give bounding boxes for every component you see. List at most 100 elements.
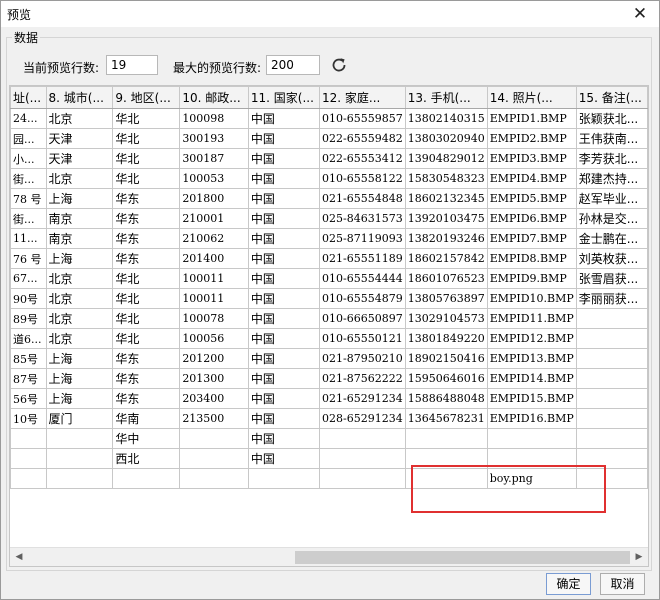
table-cell[interactable]: 天津 [45, 148, 114, 169]
table-row[interactable]: 56号 上海 华东 203400 中国 021-65291234 15886488048 EM… [10, 388, 648, 409]
table-cell[interactable]: EMPID9.BMP [486, 268, 577, 289]
table-cell[interactable]: 张雪眉获... [575, 268, 648, 289]
table-cell[interactable] [319, 468, 406, 489]
table-cell[interactable] [404, 428, 488, 449]
table-cell[interactable]: 201800 [179, 188, 249, 209]
table-cell[interactable]: 010-65558122 [319, 168, 406, 189]
table-cell[interactable]: 89号 [10, 308, 47, 329]
table-cell[interactable]: 中国 [247, 368, 321, 389]
table-cell[interactable] [10, 428, 47, 449]
table-cell[interactable]: 18601076523 [404, 268, 488, 289]
table-cell[interactable]: 100011 [179, 288, 249, 309]
table-cell[interactable] [45, 448, 114, 469]
table-cell[interactable]: 13803020940 [404, 128, 488, 149]
table-cell[interactable]: 北京 [45, 288, 114, 309]
table-cell[interactable]: 67... [10, 268, 47, 289]
table-cell[interactable]: 022-65559482 [319, 128, 406, 149]
table-cell[interactable]: 刘英枚获... [575, 248, 648, 269]
column-header[interactable]: 13. 手机(... [404, 86, 488, 109]
table-cell[interactable] [575, 388, 648, 409]
table-cell[interactable] [45, 468, 114, 489]
table-cell[interactable]: 201200 [179, 348, 249, 369]
scroll-right-icon[interactable]: ▶ [633, 551, 645, 563]
table-cell[interactable] [575, 428, 648, 449]
table-cell[interactable]: 华东 [112, 248, 181, 269]
table-row[interactable]: 道6... 北京 华北 100056 中国 010-65550121 13801849220… [10, 328, 648, 349]
table-cell[interactable]: 028-65291234 [319, 408, 406, 429]
table-cell[interactable]: 010-65554444 [319, 268, 406, 289]
table-cell[interactable] [575, 368, 648, 389]
table-cell[interactable]: 华北 [112, 128, 181, 149]
table-cell[interactable]: 18602157842 [404, 248, 488, 269]
table-cell[interactable]: 100098 [179, 108, 249, 129]
table-cell[interactable]: 华中 [112, 428, 181, 449]
refresh-icon[interactable] [330, 56, 348, 74]
table-cell[interactable]: 华北 [112, 168, 181, 189]
table-cell[interactable]: 孙林是交... [575, 208, 648, 229]
table-cell[interactable]: 中国 [247, 388, 321, 409]
table-cell[interactable] [247, 468, 321, 489]
table-cell[interactable]: 华南 [112, 408, 181, 429]
table-cell[interactable]: 华东 [112, 348, 181, 369]
table-cell[interactable]: 201300 [179, 368, 249, 389]
max-rows-input[interactable] [266, 55, 320, 75]
table-row[interactable]: 华中 中国 [10, 428, 648, 449]
table-cell[interactable]: 上海 [45, 248, 114, 269]
table-cell[interactable]: EMPID12.BMP [486, 328, 577, 349]
table-cell[interactable] [179, 428, 249, 449]
table-cell[interactable]: 赵军毕业... [575, 188, 648, 209]
table-cell[interactable]: 中国 [247, 208, 321, 229]
table-cell[interactable]: 郑建杰持... [575, 168, 648, 189]
cancel-button[interactable]: 取消 [600, 573, 645, 595]
table-cell[interactable]: 13645678231 [404, 408, 488, 429]
table-row[interactable]: 85号 上海 华东 201200 中国 021-87950210 18902150416 EM… [10, 348, 648, 369]
table-cell[interactable] [575, 328, 648, 349]
table-cell[interactable]: 24... [10, 108, 47, 129]
table-row[interactable]: 76 号上海 华东 201400 中国 021-65551189 18602157842 E… [10, 248, 648, 269]
table-cell[interactable]: 13801849220 [404, 328, 488, 349]
table-cell[interactable]: 天津 [45, 128, 114, 149]
table-cell[interactable]: 56号 [10, 388, 47, 409]
table-cell[interactable]: 北京 [45, 108, 114, 129]
table-cell[interactable]: 中国 [247, 108, 321, 129]
table-cell[interactable]: 华东 [112, 368, 181, 389]
table-cell[interactable]: 100011 [179, 268, 249, 289]
table-cell[interactable]: EMPID1.BMP [486, 108, 577, 129]
table-cell[interactable]: 85号 [10, 348, 47, 369]
table-cell[interactable]: 10号 [10, 408, 47, 429]
table-cell[interactable]: 华东 [112, 208, 181, 229]
column-header[interactable]: 14. 照片(... [486, 86, 577, 109]
table-cell[interactable]: 87号 [10, 368, 47, 389]
table-cell[interactable]: 华北 [112, 148, 181, 169]
table-cell[interactable]: 021-87562222 [319, 368, 406, 389]
close-icon[interactable]: ✕ [629, 3, 651, 25]
table-cell[interactable]: 李丽丽获... [575, 288, 648, 309]
table-cell[interactable]: 道6... [10, 328, 47, 349]
table-cell[interactable] [179, 448, 249, 469]
table-cell[interactable]: 300193 [179, 128, 249, 149]
table-cell[interactable]: EMPID6.BMP [486, 208, 577, 229]
table-cell[interactable]: 上海 [45, 388, 114, 409]
table-cell[interactable]: 李芳获北... [575, 148, 648, 169]
table-cell[interactable]: 300187 [179, 148, 249, 169]
table-cell[interactable]: 中国 [247, 288, 321, 309]
table-row[interactable]: 78 号上海 华东 201800 中国 021-65554848 18602132345 E… [10, 188, 648, 209]
table-cell[interactable]: 中国 [247, 428, 321, 449]
table-cell[interactable]: 中国 [247, 188, 321, 209]
table-cell[interactable]: 华东 [112, 228, 181, 249]
table-cell[interactable]: 张颖获北... [575, 108, 648, 129]
table-cell[interactable]: 华北 [112, 328, 181, 349]
table-cell[interactable]: 南京 [45, 228, 114, 249]
table-cell[interactable]: 201400 [179, 248, 249, 269]
table-cell[interactable]: 021-65554848 [319, 188, 406, 209]
table-row[interactable]: 小... 天津 华北 300187 中国 022-65553412 13904829012 E… [10, 148, 648, 169]
table-cell[interactable]: 中国 [247, 448, 321, 469]
table-cell[interactable]: 90号 [10, 288, 47, 309]
table-cell[interactable]: 中国 [247, 228, 321, 249]
table-cell[interactable]: 025-87119093 [319, 228, 406, 249]
table-cell[interactable]: 中国 [247, 328, 321, 349]
table-cell[interactable]: 中国 [247, 248, 321, 269]
table-cell[interactable] [486, 428, 577, 449]
table-cell[interactable]: 021-87950210 [319, 348, 406, 369]
table-cell[interactable]: 010-65550121 [319, 328, 406, 349]
